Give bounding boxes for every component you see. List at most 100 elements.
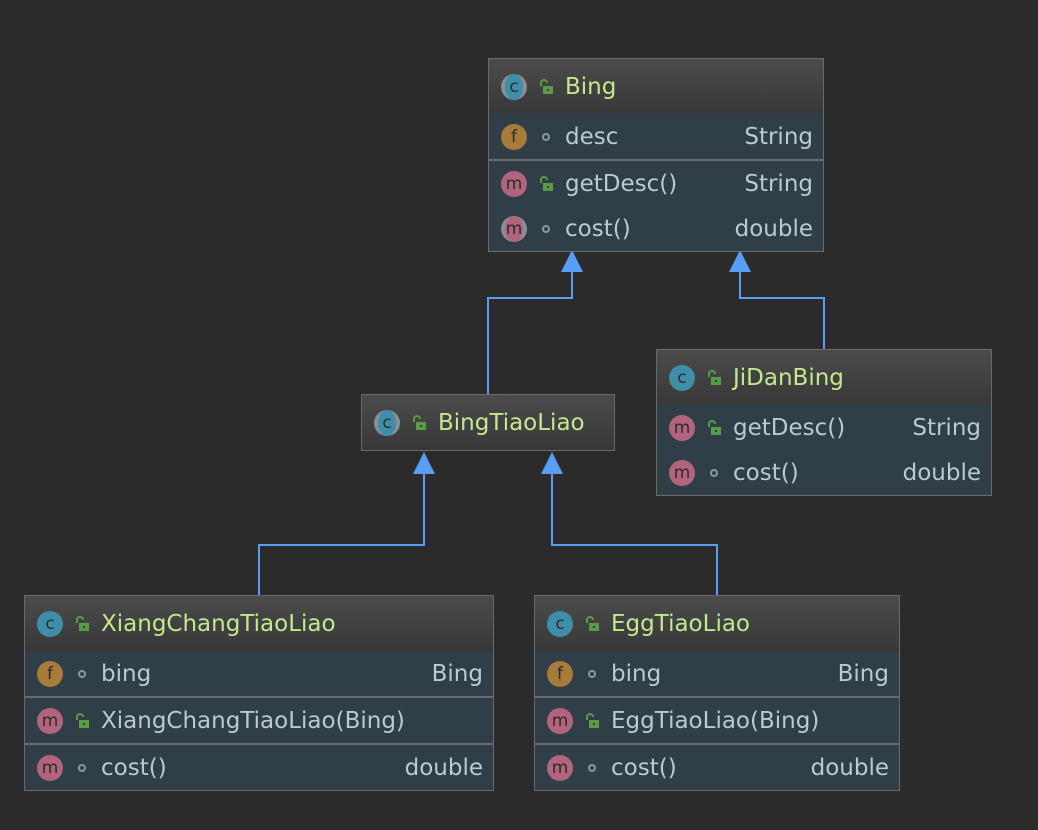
member-type: Bing xyxy=(431,660,483,687)
dot-glyph xyxy=(542,224,550,233)
fields-section: f desc String xyxy=(489,114,823,159)
member-name: getDesc() xyxy=(733,414,846,441)
members-section: m getDesc() String m cost() double xyxy=(657,405,991,495)
method-icon: m xyxy=(37,754,63,781)
member-type: double xyxy=(810,754,889,781)
package-private-dot-icon xyxy=(73,759,91,777)
public-lock-icon xyxy=(537,78,555,96)
method-icon: m xyxy=(547,707,573,734)
method-row[interactable]: m cost() double xyxy=(535,745,899,790)
method-row[interactable]: m cost() double xyxy=(25,745,493,790)
member-type: Bing xyxy=(837,660,889,687)
member-type: String xyxy=(744,170,813,197)
class-header[interactable]: c BingTiaoLiao xyxy=(362,395,614,450)
edge-bingtiaoliao-bing xyxy=(487,268,573,394)
public-lock-icon xyxy=(583,712,601,730)
public-lock-icon xyxy=(73,712,91,730)
public-lock-icon xyxy=(583,615,601,633)
method-icon: m xyxy=(547,754,573,781)
class-name: JiDanBing xyxy=(733,364,844,391)
fields-section: f bing Bing xyxy=(25,651,493,696)
field-icon: f xyxy=(501,123,527,150)
fields-section: f bing Bing xyxy=(535,651,899,696)
member-type: String xyxy=(912,414,981,441)
public-lock-icon xyxy=(705,419,723,437)
member-name: desc xyxy=(565,123,619,150)
member-name: cost() xyxy=(611,754,677,781)
members-section: m EggTiaoLiao(Bing) xyxy=(535,696,899,743)
edge-xiangchang-bingtiaoliao xyxy=(258,470,425,595)
public-lock-icon xyxy=(410,414,428,432)
method-icon: m xyxy=(669,459,695,486)
method-row[interactable]: m XiangChangTiaoLiao(Bing) xyxy=(25,698,493,743)
package-private-dot-icon xyxy=(537,128,555,146)
class-name: EggTiaoLiao xyxy=(611,610,750,637)
member-name: cost() xyxy=(101,754,167,781)
edge-jidanbing-bing xyxy=(739,268,825,349)
class-header[interactable]: c JiDanBing xyxy=(657,350,991,405)
class-header[interactable]: c Bing xyxy=(489,59,823,114)
members-section: m getDesc() String m cost() double xyxy=(489,159,823,251)
package-private-dot-icon xyxy=(705,464,723,482)
dot-glyph xyxy=(542,132,550,141)
member-type: double xyxy=(902,459,981,486)
method-row[interactable]: m getDesc() String xyxy=(657,405,991,450)
method-icon: m xyxy=(501,170,527,197)
members-section: m XiangChangTiaoLiao(Bing) xyxy=(25,696,493,743)
abstract-method-icon: m xyxy=(501,215,527,242)
member-type: double xyxy=(404,754,483,781)
field-row[interactable]: f desc String xyxy=(489,114,823,159)
member-name: EggTiaoLiao(Bing) xyxy=(611,707,820,734)
method-row[interactable]: m getDesc() String xyxy=(489,161,823,206)
member-name: cost() xyxy=(733,459,799,486)
member-name: cost() xyxy=(565,215,631,242)
method-row[interactable]: m EggTiaoLiao(Bing) xyxy=(535,698,899,743)
field-icon: f xyxy=(37,660,63,687)
class-header[interactable]: c EggTiaoLiao xyxy=(535,596,899,651)
method-icon: m xyxy=(669,414,695,441)
arrowhead xyxy=(729,250,751,272)
class-icon: c xyxy=(37,610,63,637)
class-box-bingtiaoliao[interactable]: c BingTiaoLiao xyxy=(361,394,615,451)
class-name: Bing xyxy=(565,73,617,100)
members-section: m cost() double xyxy=(535,743,899,790)
class-box-xiangchangtiaoliao[interactable]: c XiangChangTiaoLiao f bing Bing m XiangChangT… xyxy=(24,595,494,791)
class-box-jidanbing[interactable]: c JiDanBing m getDesc() String m cost() double xyxy=(656,349,992,496)
dot-glyph xyxy=(588,669,596,678)
member-name: getDesc() xyxy=(565,170,678,197)
member-type: double xyxy=(734,215,813,242)
method-row[interactable]: m cost() double xyxy=(489,206,823,251)
field-row[interactable]: f bing Bing xyxy=(25,651,493,696)
arrowhead xyxy=(561,250,583,272)
member-name: bing xyxy=(101,660,152,687)
public-lock-icon xyxy=(705,369,723,387)
members-section: m cost() double xyxy=(25,743,493,790)
field-icon: f xyxy=(547,660,573,687)
method-row[interactable]: m cost() double xyxy=(657,450,991,495)
class-name: BingTiaoLiao xyxy=(438,409,585,436)
class-header[interactable]: c XiangChangTiaoLiao xyxy=(25,596,493,651)
public-lock-icon xyxy=(73,615,91,633)
class-box-eggtiaoliao[interactable]: c EggTiaoLiao f bing Bing m EggTiaoLiao(Bing) m… xyxy=(534,595,900,791)
public-lock-icon xyxy=(537,175,555,193)
package-private-dot-icon xyxy=(73,665,91,683)
dot-glyph xyxy=(588,763,596,772)
dot-glyph xyxy=(78,763,86,772)
class-name: XiangChangTiaoLiao xyxy=(101,610,336,637)
package-private-dot-icon xyxy=(583,759,601,777)
member-name: bing xyxy=(611,660,662,687)
package-private-dot-icon xyxy=(583,665,601,683)
arrowhead xyxy=(541,452,563,474)
member-type: String xyxy=(744,123,813,150)
class-icon: c xyxy=(669,364,695,391)
abstract-class-icon: c xyxy=(501,73,527,100)
dot-glyph xyxy=(78,669,86,678)
arrowhead xyxy=(413,452,435,474)
method-icon: m xyxy=(37,707,63,734)
member-name: XiangChangTiaoLiao(Bing) xyxy=(101,707,405,734)
class-box-bing[interactable]: c Bing f desc String m getDesc() String m cost() d… xyxy=(488,58,824,252)
class-icon: c xyxy=(547,610,573,637)
field-row[interactable]: f bing Bing xyxy=(535,651,899,696)
package-private-dot-icon xyxy=(537,220,555,238)
dot-glyph xyxy=(710,468,718,477)
